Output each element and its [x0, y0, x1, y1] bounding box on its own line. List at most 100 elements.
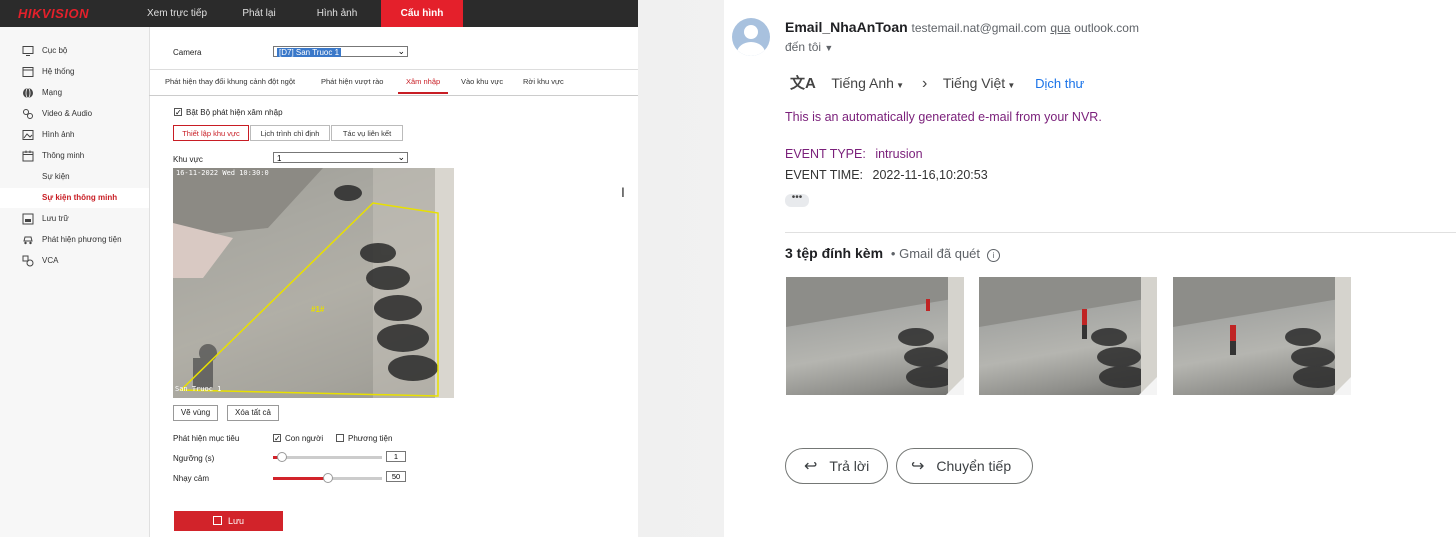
camera-label: Camera: [173, 48, 202, 57]
save-button-label: Lưu: [227, 516, 245, 526]
sidebar-item-video-audio[interactable]: Video & Audio: [0, 104, 149, 124]
avatar-head: [744, 25, 758, 39]
show-trimmed-content-button[interactable]: •••: [785, 193, 809, 207]
tab-line-crossing[interactable]: Phát hiện vượt rào: [321, 70, 383, 94]
camera-preview[interactable]: 16-11-2022 Wed 10:30:0 San Truoc 1 #1#: [173, 168, 454, 398]
sender-email: testemail.nat@gmail.com: [911, 21, 1047, 35]
tab-region-exiting[interactable]: Rời khu vực: [523, 70, 564, 94]
sidebar-item-event[interactable]: Sự kiện: [0, 167, 149, 187]
area-select-value: 1: [277, 154, 282, 163]
forward-button[interactable]: ↪ Chuyển tiếp: [896, 448, 1033, 484]
area-label: Khu vực: [173, 155, 203, 164]
camera-select-value: [D7] San Truoc 1: [277, 48, 342, 57]
camera-select[interactable]: [D7] San Truoc 1 ⌄: [273, 46, 408, 57]
sidebar-item-local[interactable]: Cục bộ: [0, 41, 149, 61]
sidebar-item-system[interactable]: Hệ thống: [0, 62, 149, 82]
sidebar-item-label: Video & Audio: [42, 109, 93, 118]
calendar-icon: [22, 150, 34, 162]
vehicle-checkbox[interactable]: [336, 434, 344, 442]
sender-name[interactable]: Email_NhaAnToan: [785, 19, 908, 35]
nav-picture[interactable]: Hình ảnh: [302, 0, 372, 27]
human-label: Con người: [285, 434, 324, 443]
source-language: Tiếng Anh: [831, 75, 894, 91]
threshold-slider-knob[interactable]: [277, 452, 287, 462]
human-checkbox[interactable]: ✓: [273, 434, 281, 443]
event-time-row: EVENT TIME: 2022-11-16,10:20:53: [785, 168, 988, 182]
caret-down-icon: ▼: [893, 81, 905, 90]
nav-live-view[interactable]: Xem trực tiếp: [140, 0, 214, 27]
event-time-value: 2022-11-16,10:20:53: [872, 168, 988, 182]
info-icon[interactable]: i: [986, 249, 1000, 262]
sidebar-item-label: VCA: [42, 256, 59, 265]
tab-region-entrance[interactable]: Vào khu vực: [461, 70, 503, 94]
draw-area-button[interactable]: Vẽ vùng: [173, 405, 218, 421]
attachment-image-1: [786, 277, 964, 395]
reply-label: Trả lời: [829, 458, 870, 474]
sidebar-item-smart-event[interactable]: Sự kiện thông minh: [0, 188, 149, 208]
sidebar-item-smart[interactable]: Thông minh: [0, 146, 149, 166]
attachment-thumbnail-1[interactable]: [786, 277, 964, 395]
threshold-label: Ngưỡng (s): [173, 454, 215, 463]
attachment-image-2: [979, 277, 1157, 395]
sensitivity-slider-knob[interactable]: [323, 473, 333, 483]
sidebar-item-vca[interactable]: VCA: [0, 251, 149, 271]
event-type-row: EVENT TYPE: intrusion: [785, 147, 923, 161]
tab-scene-change[interactable]: Phát hiện thay đổi khung cảnh đột ngột: [165, 70, 295, 94]
sensitivity-label: Nhạy cảm: [173, 474, 210, 483]
camera-scene: [173, 168, 454, 398]
via-link[interactable]: qua: [1050, 21, 1070, 35]
sidebar-item-label: Sự kiện: [42, 172, 70, 181]
source-language-button[interactable]: Tiếng Anh ▼: [831, 75, 904, 91]
subtab-linkage-method[interactable]: Tác vụ liên kết: [331, 125, 403, 141]
sidebar-item-vehicle-detection[interactable]: Phát hiện phương tiện: [0, 230, 149, 250]
chevron-down-icon: ⌄: [397, 152, 405, 162]
gmail-panel: Email_NhaAnToan testemail.nat@gmail.com …: [724, 0, 1456, 537]
area-select[interactable]: 1 ⌄: [273, 152, 408, 163]
attachment-image-3: [1173, 277, 1351, 395]
attachment-thumbnail-3[interactable]: [1173, 277, 1351, 395]
storage-icon: [22, 213, 34, 225]
attachment-thumbnail-2[interactable]: [979, 277, 1157, 395]
save-button[interactable]: Lưu: [174, 511, 283, 531]
sidebar-item-storage[interactable]: Lưu trữ: [0, 209, 149, 229]
text-cursor-icon: I: [621, 184, 625, 200]
sender-line: Email_NhaAnToan testemail.nat@gmail.com …: [785, 19, 1139, 35]
subtab-area-settings[interactable]: Thiết lập khu vực: [173, 125, 249, 141]
hikvision-panel: HIKVISION Xem trực tiếp Phát lại Hình ản…: [0, 0, 638, 537]
enable-intrusion-checkbox[interactable]: ✓: [174, 108, 182, 117]
target-language: Tiếng Việt: [942, 75, 1006, 91]
reply-icon: ↩: [804, 458, 818, 475]
sidebar-item-network[interactable]: Mạng: [0, 83, 149, 103]
threshold-input[interactable]: 1: [386, 451, 406, 462]
avatar[interactable]: [732, 18, 770, 56]
target-language-button[interactable]: Tiếng Việt ▼: [943, 75, 1015, 91]
caret-down-icon: ▼: [1005, 81, 1016, 90]
sidebar-item-label: Cục bộ: [42, 46, 68, 55]
car-icon: [23, 236, 33, 245]
tab-intrusion[interactable]: Xâm nhập: [398, 70, 449, 94]
event-time-label: EVENT TIME:: [785, 168, 864, 182]
subtab-arming-schedule[interactable]: Lịch trình chỉ định: [250, 125, 330, 141]
nav-configuration[interactable]: Cấu hình: [381, 0, 463, 27]
system-icon: [22, 67, 34, 77]
reply-button[interactable]: ↩ Trả lời: [785, 448, 888, 484]
globe-icon: [23, 87, 33, 99]
region-label: #1#: [311, 305, 325, 314]
translate-message-link[interactable]: Dịch thư: [1035, 76, 1084, 91]
floppy-icon: [212, 516, 222, 525]
image-icon: [22, 130, 34, 140]
threshold-slider[interactable]: [273, 452, 382, 462]
clear-all-button[interactable]: Xóa tất cả: [227, 405, 279, 421]
nav-playback[interactable]: Phát lại: [226, 0, 292, 27]
recipient-dropdown[interactable]: đến tôi ▼: [785, 40, 833, 54]
video-camera-name: San Truoc 1: [175, 385, 222, 393]
monitor-icon: [22, 46, 34, 56]
enable-intrusion-label: Bật Bộ phát hiện xâm nhập: [186, 108, 283, 117]
sensitivity-input[interactable]: 50: [386, 471, 406, 482]
sensitivity-slider[interactable]: [273, 473, 382, 483]
vca-icon: [22, 255, 34, 267]
sidebar-item-label: Sự kiện thông minh: [42, 193, 118, 202]
chevron-down-icon: ⌄: [397, 46, 405, 56]
sidebar-item-image[interactable]: Hình ảnh: [0, 125, 149, 145]
event-type-label: EVENT TYPE:: [785, 147, 866, 161]
